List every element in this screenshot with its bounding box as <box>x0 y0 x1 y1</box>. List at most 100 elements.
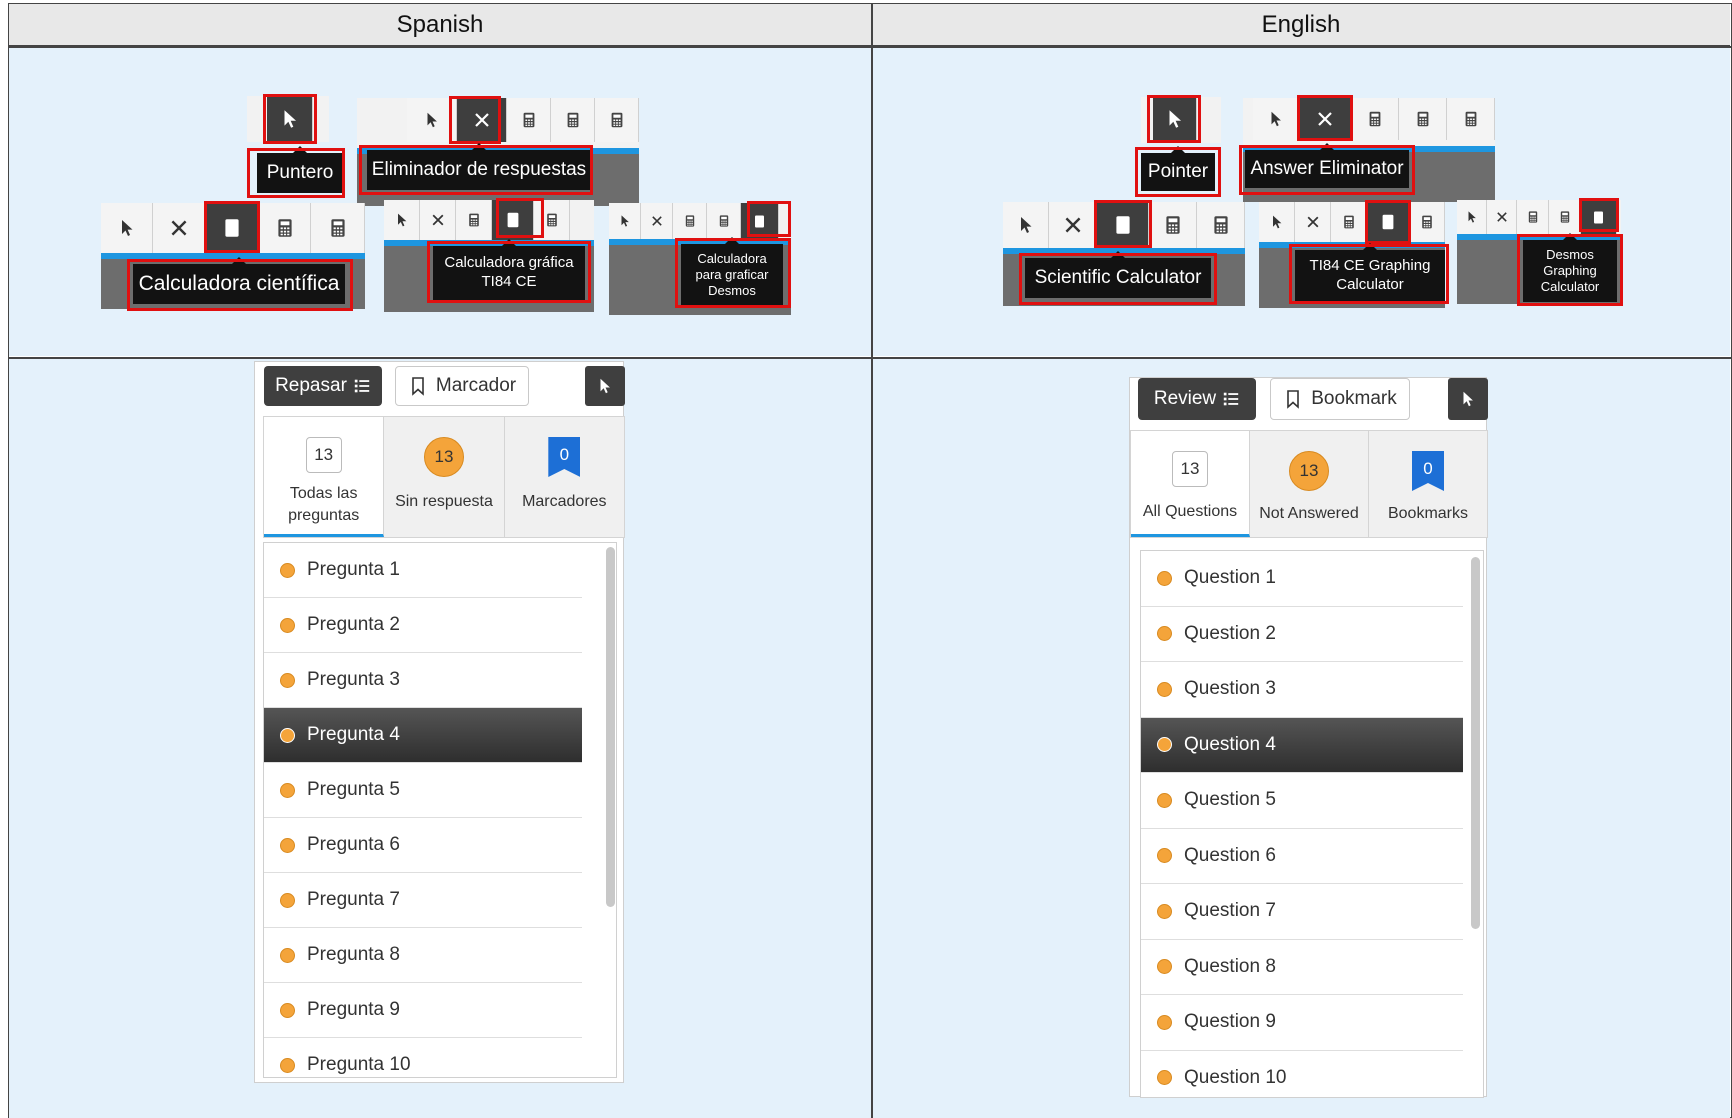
pointer-button[interactable] <box>585 366 625 406</box>
question-label: Pregunta 2 <box>307 614 400 635</box>
calculator-icon <box>1419 214 1435 230</box>
header-english: English <box>872 4 1730 46</box>
question-label: Question 9 <box>1184 1011 1276 1033</box>
question-item[interactable]: Question 5 <box>1141 773 1463 829</box>
calculator-icon <box>1526 210 1540 224</box>
question-list: Pregunta 1 Pregunta 2 Pregunta 3 Pregunta 4… <box>263 542 617 1078</box>
question-item[interactable]: Pregunta 5 <box>264 763 582 818</box>
pointer-icon <box>423 111 441 129</box>
header-spanish: Spanish <box>9 4 871 46</box>
pointer-icon <box>394 212 410 228</box>
comparison-table: Spanish English Puntero Eliminador de re… <box>8 3 1732 1118</box>
review-panel: Review Bookmark 13 All Questions 13 Not … <box>1129 377 1488 1098</box>
pointer-icon <box>1465 210 1479 224</box>
question-item[interactable]: Pregunta 10 <box>264 1038 582 1077</box>
question-label: Pregunta 4 <box>307 724 400 745</box>
question-item[interactable]: Question 1 <box>1141 551 1463 607</box>
question-item[interactable]: Pregunta 8 <box>264 928 582 983</box>
question-item[interactable]: Pregunta 2 <box>264 598 582 653</box>
scrollbar[interactable] <box>1471 557 1480 929</box>
question-list: Question 1 Question 2 Question 3 Question 4… <box>1140 550 1484 1098</box>
tab-not-answered[interactable]: 13 Sin respuesta <box>384 417 505 537</box>
status-dot-icon <box>1157 737 1172 753</box>
tab-bookmarks[interactable]: 0 Bookmarks <box>1369 431 1487 537</box>
question-label: Pregunta 6 <box>307 834 400 855</box>
question-item[interactable]: Question 6 <box>1141 828 1463 884</box>
list-icon <box>1222 390 1240 408</box>
question-item[interactable]: Question 7 <box>1141 884 1463 940</box>
count-badge: 13 <box>1172 451 1208 487</box>
list-icon <box>353 377 371 395</box>
bookmark-count-badge: 0 <box>1412 451 1444 491</box>
cell-english-tools: Pointer Answer Eliminator Scientific Cal… <box>873 48 1730 356</box>
tab-bookmarks[interactable]: 0 Marcadores <box>505 417 624 537</box>
question-item[interactable]: Pregunta 3 <box>264 653 582 708</box>
cell-spanish-review: Repasar Marcador 13 Todas las preguntas 1… <box>9 359 871 1118</box>
pointer-icon <box>596 377 614 395</box>
question-item[interactable]: Question 2 <box>1141 606 1463 662</box>
calculator-icon <box>466 212 482 228</box>
status-dot-icon <box>1157 570 1172 586</box>
question-item[interactable]: Pregunta 7 <box>264 873 582 928</box>
question-label: Question 7 <box>1184 900 1276 922</box>
status-dot-icon <box>1157 903 1172 919</box>
question-item[interactable]: Question 3 <box>1141 662 1463 718</box>
bookmark-button[interactable]: Bookmark <box>1270 378 1410 420</box>
question-label: Question 6 <box>1184 844 1276 866</box>
question-label: Question 2 <box>1184 622 1276 644</box>
status-dot-icon <box>1157 1070 1172 1086</box>
close-icon <box>430 212 446 228</box>
calculator-icon <box>1414 110 1432 128</box>
calculator-icon <box>1210 214 1232 236</box>
question-label: Pregunta 3 <box>307 669 400 690</box>
bookmark-count-badge: 0 <box>548 437 581 477</box>
calculator-icon <box>274 217 296 239</box>
pointer-button[interactable] <box>1448 378 1488 420</box>
question-item[interactable]: Pregunta 4 <box>264 708 582 763</box>
question-label: Pregunta 9 <box>307 999 400 1020</box>
bookmark-icon <box>408 376 428 396</box>
tab-all-questions[interactable]: 13 Todas las preguntas <box>264 417 385 537</box>
pointer-icon <box>618 214 632 228</box>
status-dot-icon <box>1157 626 1172 642</box>
review-tabs: 13 Todas las preguntas 13 Sin respuesta 0… <box>263 416 625 538</box>
calculator-icon <box>683 214 697 228</box>
question-item[interactable]: Question 4 <box>1141 717 1463 773</box>
question-item[interactable]: Question 8 <box>1141 939 1463 995</box>
pointer-icon <box>117 218 137 238</box>
question-label: Pregunta 7 <box>307 889 400 910</box>
bookmark-button[interactable]: Marcador <box>395 366 529 406</box>
status-dot-icon <box>1157 848 1172 864</box>
review-button[interactable]: Repasar <box>264 366 382 406</box>
question-label: Question 8 <box>1184 955 1276 977</box>
tab-not-answered[interactable]: 13 Not Answered <box>1250 431 1369 537</box>
pointer-icon <box>1267 110 1285 128</box>
question-label: Pregunta 5 <box>307 779 400 800</box>
question-label: Question 10 <box>1184 1066 1287 1088</box>
question-label: Question 5 <box>1184 789 1276 811</box>
status-dot-icon <box>1157 1014 1172 1030</box>
calculator-icon <box>1162 214 1184 236</box>
review-panel: Repasar Marcador 13 Todas las preguntas 1… <box>254 361 625 1083</box>
status-dot-icon <box>280 892 295 908</box>
scrollbar[interactable] <box>606 547 615 907</box>
cell-english-review: Review Bookmark 13 All Questions 13 Not … <box>873 359 1730 1118</box>
status-dot-icon <box>280 947 295 963</box>
calculator-icon <box>1462 110 1480 128</box>
status-dot-icon <box>280 672 295 688</box>
question-item[interactable]: Pregunta 1 <box>264 543 582 598</box>
tab-all-questions[interactable]: 13 All Questions <box>1131 431 1250 537</box>
question-label: Question 4 <box>1184 733 1276 755</box>
pointer-icon <box>1459 390 1477 408</box>
question-item[interactable]: Pregunta 9 <box>264 983 582 1038</box>
count-badge: 13 <box>423 437 464 477</box>
close-icon <box>650 214 664 228</box>
question-item[interactable]: Question 9 <box>1141 995 1463 1051</box>
question-item[interactable]: Pregunta 6 <box>264 818 582 873</box>
count-badge: 13 <box>305 437 342 473</box>
close-icon <box>1062 214 1084 236</box>
question-item[interactable]: Question 10 <box>1141 1050 1463 1097</box>
status-dot-icon <box>280 617 295 633</box>
close-icon <box>1305 214 1321 230</box>
review-button[interactable]: Review <box>1138 378 1256 420</box>
